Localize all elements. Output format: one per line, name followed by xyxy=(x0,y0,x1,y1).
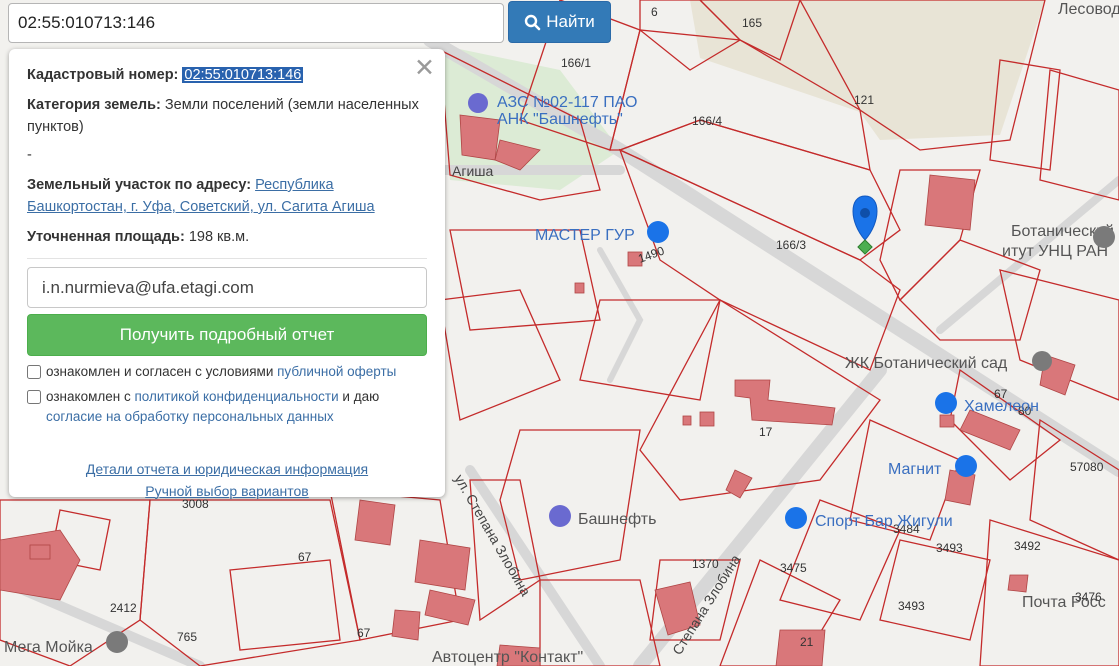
poi-sportbar-label: Спорт Бар Жигули xyxy=(815,513,953,530)
footer-links: Детали отчета и юридическая информация Р… xyxy=(27,458,427,502)
search-input[interactable] xyxy=(8,3,504,43)
poi-azs-label: АЗС №02-117 ПАО xyxy=(497,94,637,111)
privacy-link[interactable]: политикой конфиденциальности xyxy=(134,389,338,404)
dash-row: - xyxy=(27,147,32,163)
manual-select-link[interactable]: Ручной выбор вариантов xyxy=(145,483,309,499)
get-report-button[interactable]: Получить подробный отчет xyxy=(27,314,427,356)
offer-link[interactable]: публичной оферты xyxy=(277,364,396,379)
address-label: Земельный участок по адресу: xyxy=(27,177,252,193)
poi-master-gur-label: МАСТЕР ГУР xyxy=(535,227,635,244)
parcel-label: 67 xyxy=(357,626,371,640)
category-row: Категория земель: Земли поселений (земли… xyxy=(27,94,427,138)
street-label: Агиша xyxy=(452,163,493,179)
cadastral-label: Кадастровый номер: xyxy=(27,67,179,83)
privacy-text: ознакомлен с политикой конфиденциальност… xyxy=(46,387,427,428)
privacy-text-2: и даю xyxy=(342,388,380,404)
privacy-text-1: ознакомлен с xyxy=(46,388,131,404)
fuel-icon xyxy=(549,505,571,527)
parcel-label: 3493 xyxy=(936,541,963,555)
bar-icon xyxy=(785,507,807,529)
divider xyxy=(27,258,427,259)
poi-magnit-label: Магнит xyxy=(888,461,942,478)
parcel-label: 121 xyxy=(854,93,874,107)
privacy-row: ознакомлен с политикой конфиденциальност… xyxy=(27,387,427,428)
search-icon xyxy=(525,14,541,30)
consent-link[interactable]: согласие на обработку персональных данны… xyxy=(46,409,334,424)
cadastral-number[interactable]: 02:55:010713:146 xyxy=(182,67,304,83)
parcel-label: 3493 xyxy=(898,599,925,613)
building-icon xyxy=(1032,351,1052,371)
area-row: Уточненная площадь: 198 кв.м. xyxy=(27,226,427,248)
parcel-label: 67 xyxy=(298,550,312,564)
poi-hameleon-label: Хамелеон xyxy=(964,398,1039,415)
cadastral-row: Кадастровый номер: 02:55:010713:146 xyxy=(27,64,427,86)
parcel-label: 3475 xyxy=(780,561,807,575)
parcel-label: 165 xyxy=(742,16,762,30)
terms-text-label: ознакомлен и согласен с условиями xyxy=(46,364,274,379)
parcel-label: 2412 xyxy=(110,601,137,615)
shop-icon xyxy=(647,221,669,243)
parcel-info-panel: ✕ Кадастровый номер: 02:55:010713:146 Ка… xyxy=(9,49,445,499)
terms-text: ознакомлен и согласен с условиями публич… xyxy=(46,362,396,383)
terms-row: ознакомлен и согласен с условиями публич… xyxy=(27,362,427,383)
shop-icon xyxy=(935,392,957,414)
poi-botanic-label-2: итут УНЦ РАН xyxy=(1002,243,1108,260)
fuel-icon xyxy=(468,93,488,113)
address-row: Земельный участок по адресу: Республика … xyxy=(27,174,427,218)
search-button-label: Найти xyxy=(546,12,595,31)
parcel-label: 166/4 xyxy=(692,114,722,128)
parcel-label: 3492 xyxy=(1014,539,1041,553)
poi-zhk-label: ЖК Ботанический сад xyxy=(845,355,1008,372)
parcel-label: 21 xyxy=(800,635,814,649)
poi-lesovod-label: Лесовод xyxy=(1058,1,1119,18)
area-label: Уточненная площадь: xyxy=(27,229,185,245)
parcel-label: 166/3 xyxy=(776,238,806,252)
privacy-checkbox[interactable] xyxy=(27,389,41,404)
poi-azs-label-2: АНК "Башнефть" xyxy=(497,111,623,128)
terms-checkbox[interactable] xyxy=(27,365,41,379)
category-label: Категория земель: xyxy=(27,97,161,113)
parcel-label: 1370 xyxy=(692,557,719,571)
close-icon[interactable]: ✕ xyxy=(414,55,435,81)
parcel-label: 57080 xyxy=(1070,460,1104,474)
institute-icon xyxy=(1093,226,1115,248)
parcel-label: 765 xyxy=(177,630,197,644)
carwash-icon xyxy=(106,631,128,653)
shop-icon xyxy=(955,455,977,477)
email-field[interactable] xyxy=(27,267,427,308)
poi-avtocentr-label: Автоцентр "Контакт" xyxy=(432,649,583,666)
details-link[interactable]: Детали отчета и юридическая информация xyxy=(86,461,368,477)
poi-megamoika-label: Мега Мойка xyxy=(4,639,93,656)
search-button[interactable]: Найти xyxy=(508,1,611,43)
area-value: 198 кв.м. xyxy=(188,229,250,245)
parcel-label: 17 xyxy=(759,425,773,439)
poi-post-label: Почта Росс xyxy=(1022,594,1106,611)
poi-bashneft-label: Башнефть xyxy=(578,511,656,528)
parcel-label: 6 xyxy=(651,5,658,19)
parcel-label: 166/1 xyxy=(561,56,591,70)
